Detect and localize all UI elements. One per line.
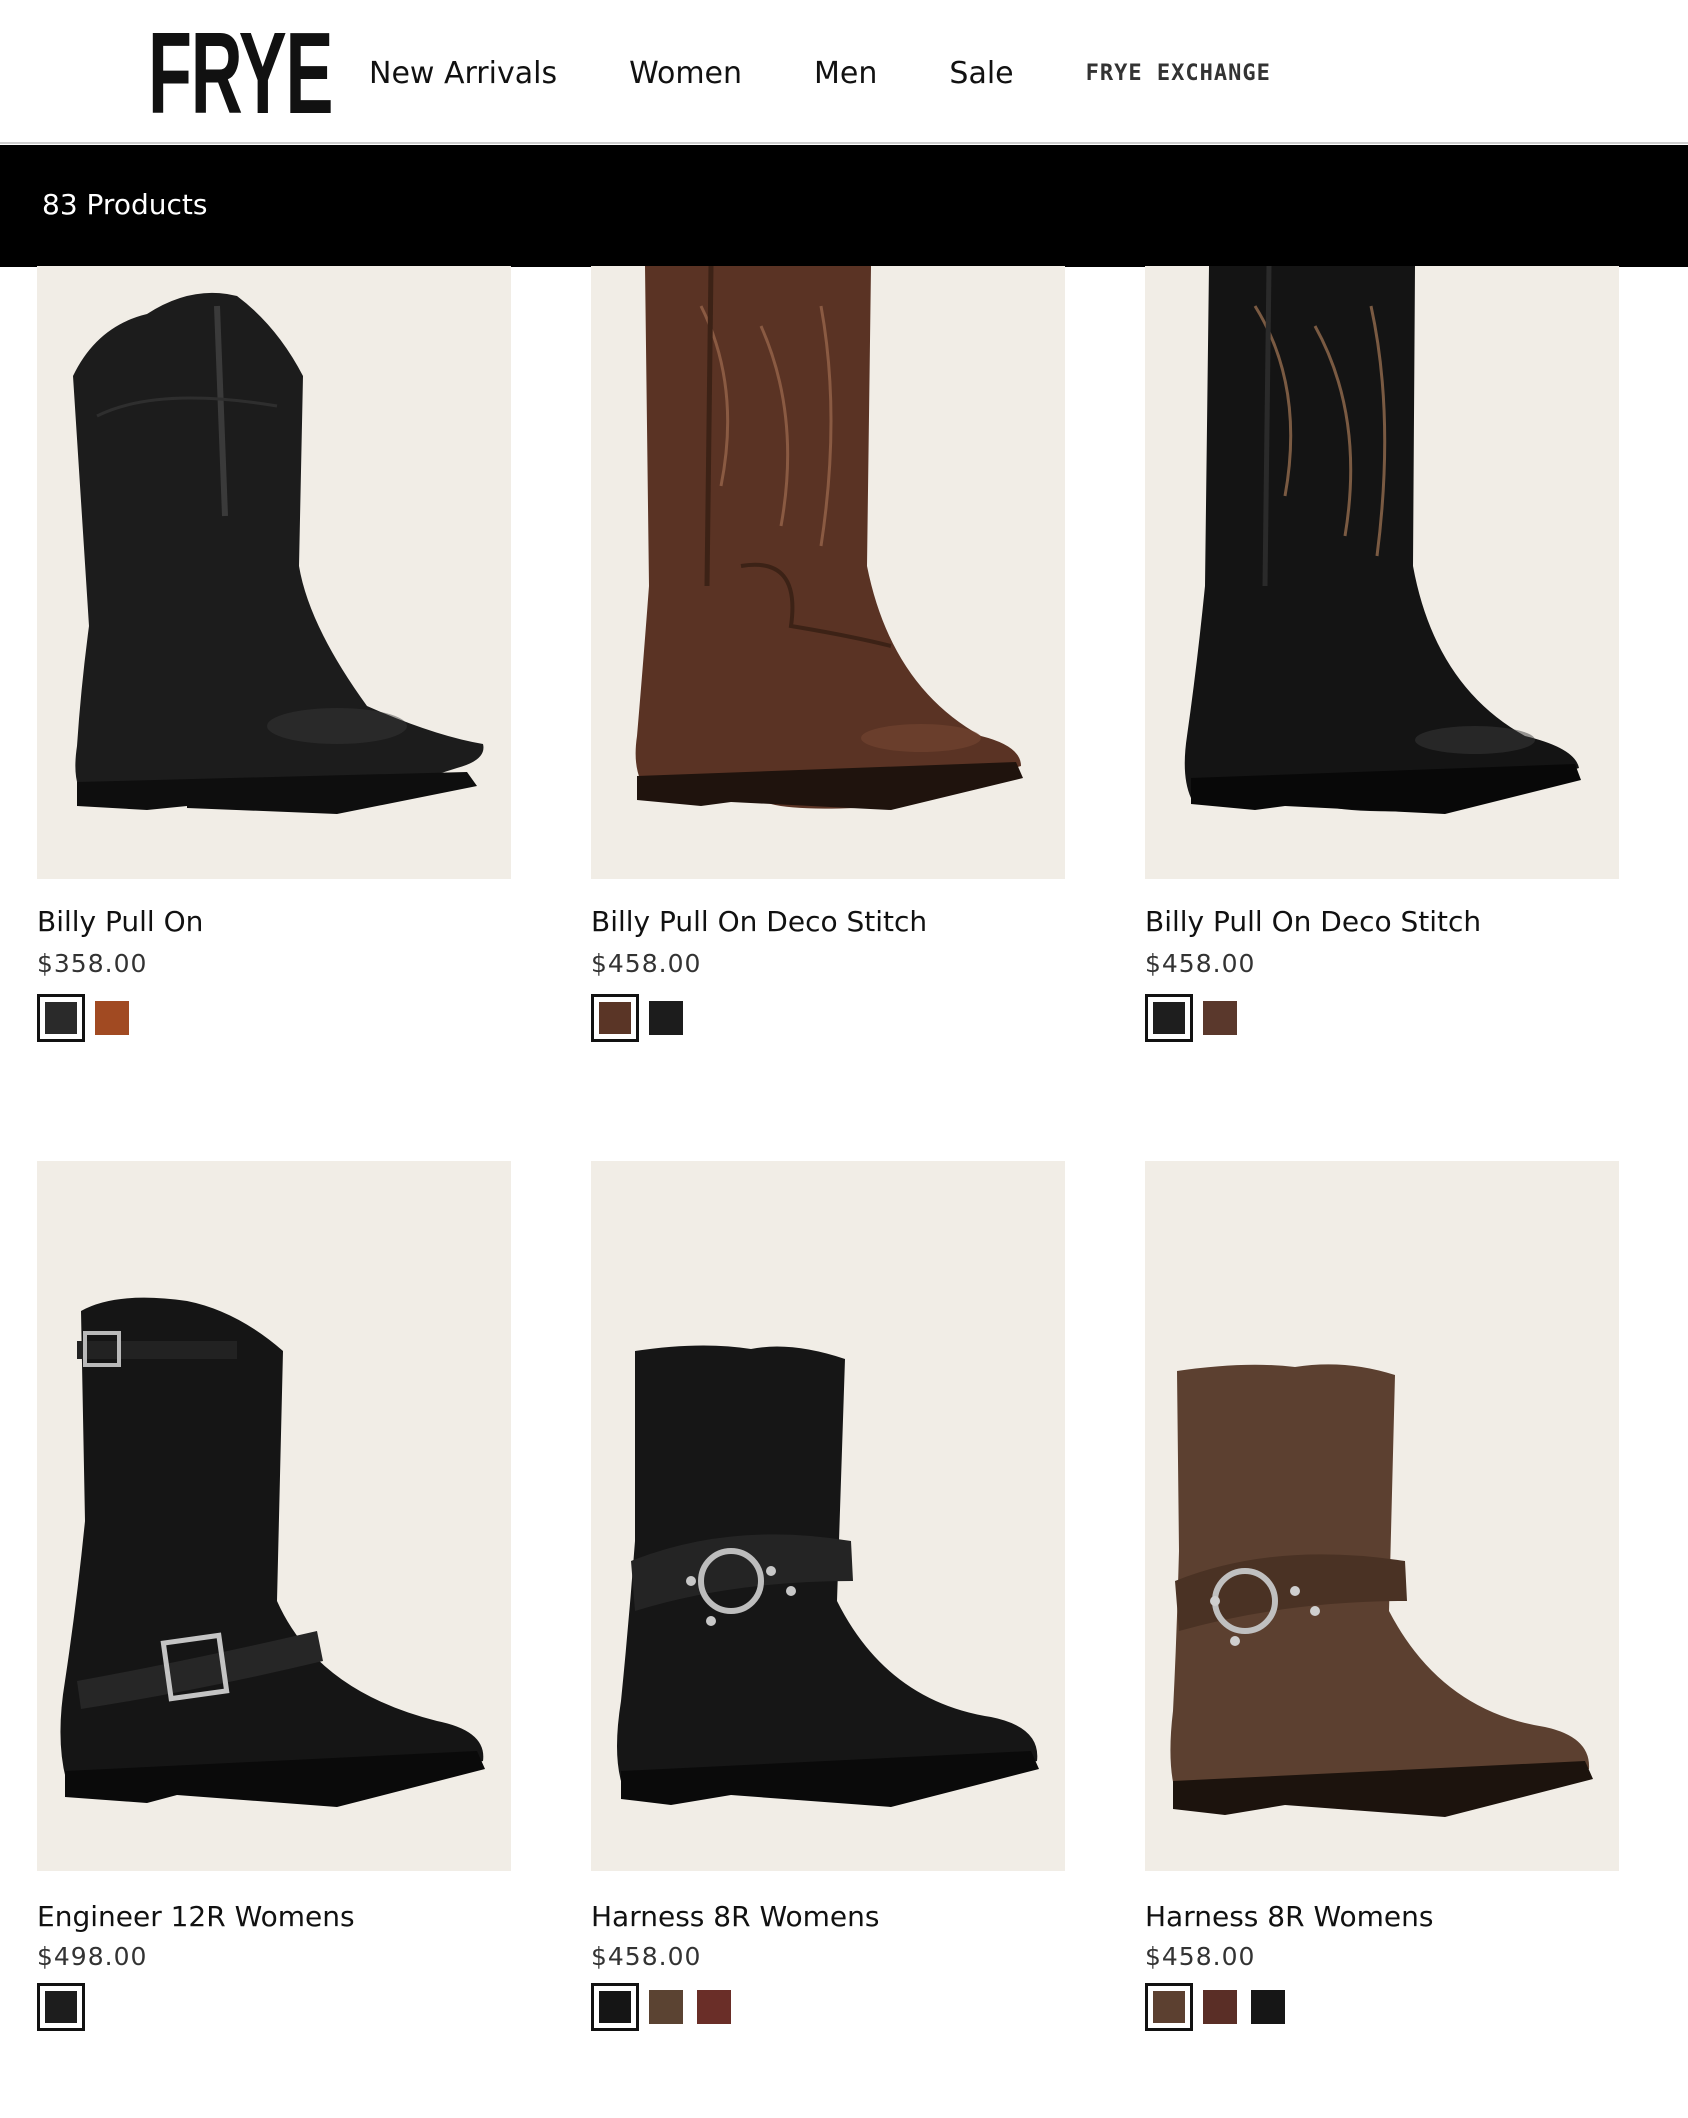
color-swatches <box>37 994 143 1042</box>
product-price: $458.00 <box>1145 949 1256 978</box>
boot-black-pull-on-icon <box>73 292 484 814</box>
product-price: $358.00 <box>37 949 148 978</box>
swatch-selected[interactable] <box>591 994 639 1042</box>
swatch[interactable] <box>697 1990 731 2024</box>
swatch-selected[interactable] <box>591 1983 639 2031</box>
product-card[interactable]: Billy Pull On Deco Stitch $458.00 <box>591 266 1065 1046</box>
boot-black-harness-icon <box>617 1345 1039 1807</box>
product-name[interactable]: Engineer 12R Womens <box>37 1897 355 1937</box>
product-name[interactable]: Harness 8R Womens <box>1145 1897 1433 1937</box>
color-swatches <box>37 1983 95 2031</box>
color-swatches <box>591 994 697 1042</box>
product-count-bar: 83 Products <box>0 145 1688 267</box>
product-card[interactable]: Harness 8R Womens $458.00 <box>591 1161 1065 2041</box>
product-card[interactable]: Engineer 12R Womens $498.00 <box>37 1161 511 2041</box>
swatch[interactable] <box>1251 1990 1285 2024</box>
color-swatches <box>1145 994 1251 1042</box>
boot-black-engineer-icon <box>60 1297 485 1807</box>
product-name[interactable]: Billy Pull On <box>37 902 203 942</box>
site-header: FRYE New Arrivals Women Men Sale FRYE EX… <box>0 0 1688 144</box>
swatch[interactable] <box>1203 1990 1237 2024</box>
boot-brown-deco-stitch-icon <box>635 266 1023 810</box>
nav-men[interactable]: Men <box>814 52 877 96</box>
swatch-selected[interactable] <box>37 1983 85 2031</box>
nav-sale[interactable]: Sale <box>949 52 1013 96</box>
color-swatches <box>1145 1983 1299 2031</box>
product-card[interactable]: Harness 8R Womens $458.00 <box>1145 1161 1619 2041</box>
product-image[interactable] <box>37 266 511 879</box>
swatch[interactable] <box>649 1001 683 1035</box>
product-price: $498.00 <box>37 1942 148 1971</box>
product-image[interactable] <box>1145 1161 1619 1871</box>
product-image[interactable] <box>591 1161 1065 1871</box>
product-card[interactable]: Billy Pull On $358.00 <box>37 266 511 1046</box>
product-image[interactable] <box>1145 266 1619 879</box>
swatch[interactable] <box>649 1990 683 2024</box>
color-swatches <box>591 1983 745 2031</box>
product-count: 83 Products <box>42 188 208 221</box>
product-price: $458.00 <box>591 949 702 978</box>
product-card[interactable]: Billy Pull On Deco Stitch $458.00 <box>1145 266 1619 1046</box>
product-price: $458.00 <box>591 1942 702 1971</box>
swatch-selected[interactable] <box>1145 994 1193 1042</box>
product-price: $458.00 <box>1145 1942 1256 1971</box>
product-name[interactable]: Billy Pull On Deco Stitch <box>591 902 927 942</box>
product-name[interactable]: Billy Pull On Deco Stitch <box>1145 902 1481 942</box>
boot-brown-harness-icon <box>1170 1364 1593 1817</box>
nav-women[interactable]: Women <box>629 52 742 96</box>
swatch[interactable] <box>1203 1001 1237 1035</box>
main-nav: New Arrivals Women Men Sale FRYE EXCHANG… <box>369 52 1271 96</box>
product-name[interactable]: Harness 8R Womens <box>591 1897 879 1937</box>
swatch[interactable] <box>95 1001 129 1035</box>
nav-frye-exchange[interactable]: FRYE EXCHANGE <box>1086 52 1271 96</box>
product-image[interactable] <box>591 266 1065 879</box>
brand-logo[interactable]: FRYE <box>148 15 333 131</box>
swatch-selected[interactable] <box>1145 1983 1193 2031</box>
product-image[interactable] <box>37 1161 511 1871</box>
swatch-selected[interactable] <box>37 994 85 1042</box>
nav-new-arrivals[interactable]: New Arrivals <box>369 52 557 96</box>
boot-black-deco-stitch-icon <box>1184 266 1581 814</box>
